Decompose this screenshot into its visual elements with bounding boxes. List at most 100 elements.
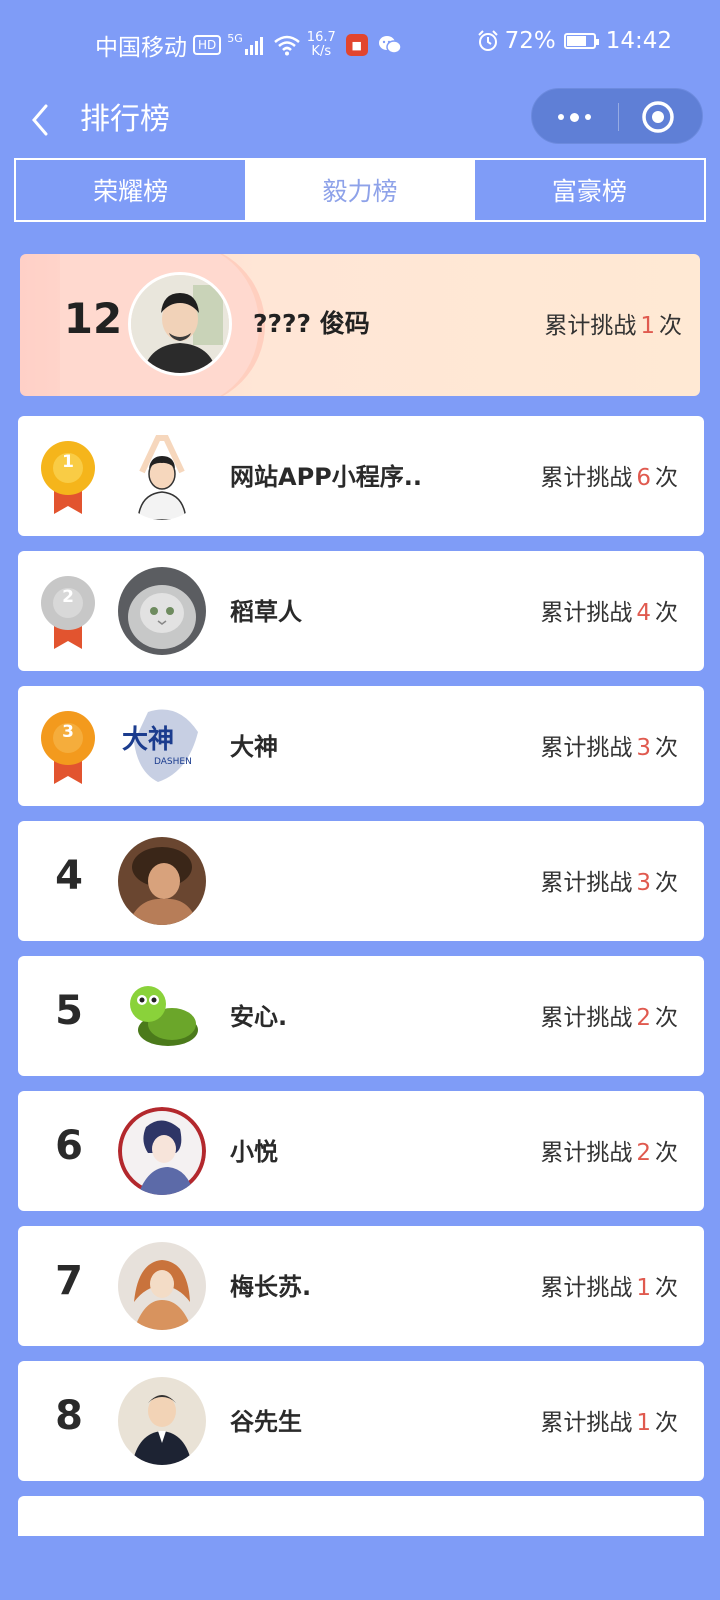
tab-wealth[interactable]: 富豪榜 bbox=[475, 160, 704, 220]
challenge-count: 累计挑战 1 次 bbox=[540, 1403, 678, 1437]
carrier-label: 中国移动 bbox=[95, 35, 187, 61]
signal-icon bbox=[244, 35, 263, 55]
stat-count: 2 bbox=[636, 1005, 651, 1031]
stat-count: 1 bbox=[636, 1275, 651, 1301]
stat-label: 累计挑战 bbox=[540, 1410, 633, 1436]
my-rank-card: 12 ???? 俊码 累计挑战 1 次 bbox=[20, 254, 700, 396]
list-item[interactable]: 7 梅长苏. 累计挑战 1 次 bbox=[18, 1226, 704, 1346]
list-item[interactable]: 6 小悦 累计挑战 2 次 bbox=[18, 1091, 704, 1211]
svg-text:DASHEN: DASHEN bbox=[154, 757, 192, 767]
list-item[interactable]: 2 稻草人 累计挑战 4 次 bbox=[18, 551, 704, 671]
challenge-count: 累计挑战 2 次 bbox=[540, 998, 678, 1032]
avatar bbox=[118, 972, 206, 1060]
user-name: 谷先生 bbox=[230, 1408, 302, 1436]
clock: 14:42 bbox=[605, 28, 672, 54]
tab-honor[interactable]: 荣耀榜 bbox=[16, 160, 245, 220]
stat-label: 累计挑战 bbox=[544, 313, 637, 339]
bottom-strip bbox=[0, 1555, 720, 1600]
stat-count: 1 bbox=[636, 1410, 651, 1436]
chevron-left-icon[interactable] bbox=[26, 98, 56, 142]
my-challenge-count: 累计挑战 1 次 bbox=[544, 306, 682, 340]
status-bar: 中国移动 HD 5G 16.7 K/s ■ 72% 14:42 bbox=[0, 0, 720, 88]
user-name: 小悦 bbox=[230, 1138, 278, 1166]
avatar bbox=[118, 1377, 206, 1465]
rank-number: 7 bbox=[55, 1258, 83, 1304]
list-item[interactable]: 4 累计挑战 3 次 bbox=[18, 821, 704, 941]
network-speed: 16.7 K/s bbox=[307, 31, 336, 59]
list-item[interactable]: 3 大神 DASHEN 大神 累计挑战 3 次 bbox=[18, 686, 704, 806]
stat-label: 累计挑战 bbox=[540, 1005, 633, 1031]
list-item[interactable] bbox=[18, 1496, 704, 1536]
stat-unit: 次 bbox=[655, 465, 678, 491]
my-rank-number: 12 bbox=[63, 294, 123, 343]
user-name: 网站APP小程序.. bbox=[230, 463, 422, 491]
rank-number: 3 bbox=[62, 722, 74, 742]
stat-count: 4 bbox=[636, 600, 651, 626]
user-name: 安心. bbox=[230, 1003, 288, 1031]
stat-unit: 次 bbox=[655, 600, 678, 626]
stat-unit: 次 bbox=[655, 1140, 678, 1166]
stat-unit: 次 bbox=[655, 735, 678, 761]
rank-number: 6 bbox=[55, 1123, 83, 1169]
stat-label: 累计挑战 bbox=[540, 735, 633, 761]
speed-unit: K/s bbox=[311, 44, 332, 59]
stat-label: 累计挑战 bbox=[540, 1140, 633, 1166]
speed-value: 16.7 bbox=[306, 30, 336, 45]
capsule-divider bbox=[618, 103, 619, 131]
avatar bbox=[118, 567, 206, 655]
status-right: 72% 14:42 bbox=[477, 28, 672, 54]
user-name: 梅长苏. bbox=[230, 1273, 312, 1301]
user-name: 大神 bbox=[230, 733, 278, 761]
stat-unit: 次 bbox=[655, 1005, 678, 1031]
stat-count: 2 bbox=[636, 1140, 651, 1166]
svg-text:大神: 大神 bbox=[122, 725, 174, 755]
challenge-count: 累计挑战 1 次 bbox=[540, 1268, 678, 1302]
hd-badge: HD bbox=[193, 35, 222, 55]
user-name: 稻草人 bbox=[230, 598, 302, 626]
avatar bbox=[118, 432, 206, 520]
list-item[interactable]: 5 安心. 累计挑战 2 次 bbox=[18, 956, 704, 1076]
avatar bbox=[128, 272, 232, 376]
stat-label: 累计挑战 bbox=[540, 870, 633, 896]
wechat-icon bbox=[378, 36, 402, 54]
stat-label: 累计挑战 bbox=[540, 1275, 633, 1301]
alarm-icon bbox=[477, 30, 498, 51]
avatar bbox=[118, 837, 206, 925]
stat-count: 6 bbox=[636, 465, 651, 491]
list-item[interactable]: 8 谷先生 累计挑战 1 次 bbox=[18, 1361, 704, 1481]
stat-count: 3 bbox=[636, 735, 651, 761]
rank-number: 5 bbox=[55, 988, 83, 1034]
stat-unit: 次 bbox=[655, 1410, 678, 1436]
stat-unit: 次 bbox=[659, 313, 682, 339]
battery-percent: 72% bbox=[504, 28, 556, 54]
avatar: 大神 DASHEN bbox=[118, 702, 206, 790]
stat-count: 3 bbox=[636, 870, 651, 896]
challenge-count: 累计挑战 3 次 bbox=[540, 728, 678, 762]
challenge-count: 累计挑战 6 次 bbox=[540, 458, 678, 492]
rank-number: 8 bbox=[55, 1393, 83, 1439]
avatar bbox=[118, 1242, 206, 1330]
challenge-count: 累计挑战 3 次 bbox=[540, 863, 678, 897]
page-title: 排行榜 bbox=[80, 102, 170, 137]
list-item[interactable]: 1 网站APP小程序.. 累计挑战 6 次 bbox=[18, 416, 704, 536]
stat-unit: 次 bbox=[655, 870, 678, 896]
tab-perseverance[interactable]: 毅力榜 bbox=[245, 160, 475, 220]
avatar bbox=[118, 1107, 206, 1195]
app-notification-icon: ■ bbox=[345, 34, 368, 56]
rank-number: 4 bbox=[55, 853, 83, 899]
stat-label: 累计挑战 bbox=[540, 465, 633, 491]
leaderboard-tabs: 荣耀榜 毅力榜 富豪榜 bbox=[14, 158, 706, 222]
wifi-icon bbox=[273, 35, 300, 56]
target-close-icon[interactable] bbox=[641, 100, 675, 134]
stat-label: 累计挑战 bbox=[540, 600, 633, 626]
rank-number: 1 bbox=[62, 452, 74, 472]
miniprogram-capsule bbox=[531, 88, 703, 144]
challenge-count: 累计挑战 2 次 bbox=[540, 1133, 678, 1167]
more-dots-icon[interactable] bbox=[532, 89, 617, 145]
battery-fill bbox=[566, 36, 586, 46]
nav-bar: 排行榜 bbox=[0, 88, 720, 152]
network-type: 5G bbox=[227, 32, 243, 45]
stat-unit: 次 bbox=[655, 1275, 678, 1301]
battery-icon bbox=[563, 33, 599, 49]
status-left: 中国移动 HD 5G 16.7 K/s ■ bbox=[95, 28, 402, 62]
